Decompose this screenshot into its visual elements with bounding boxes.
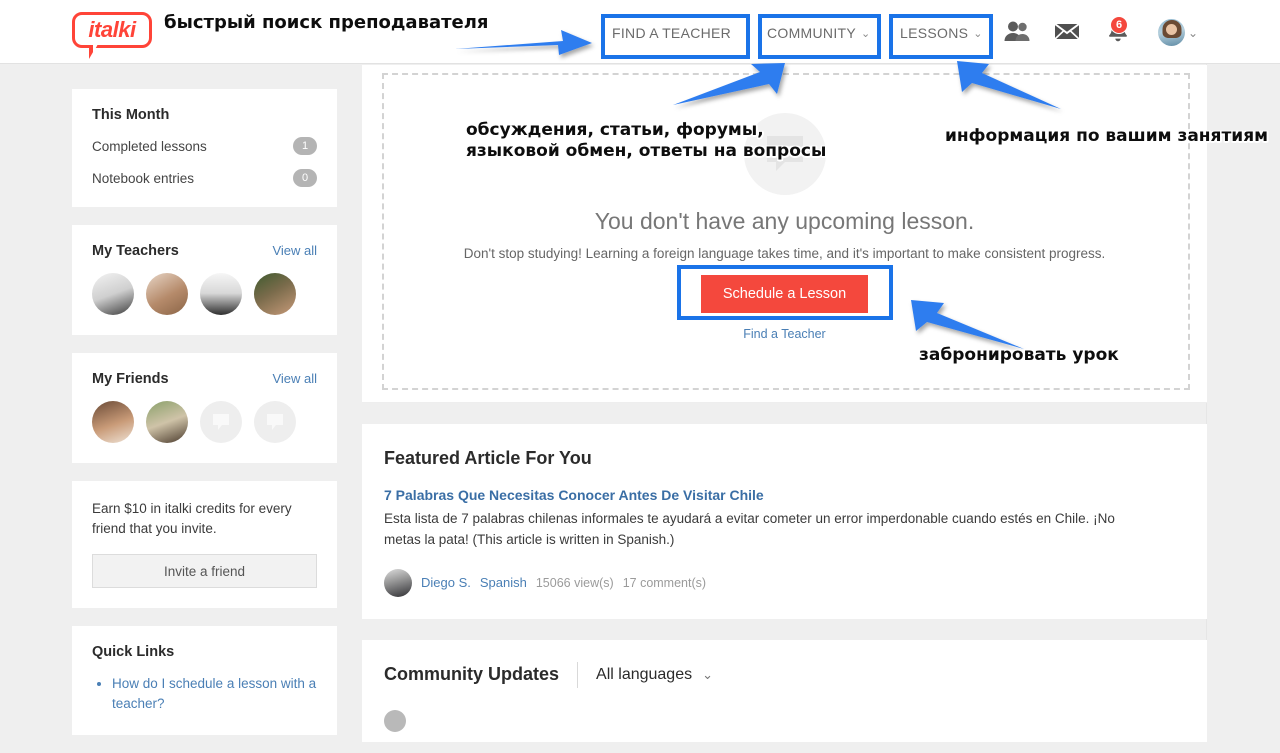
card-quick-links: Quick Links How do I schedule a lesson w… — [72, 626, 337, 735]
language-filter-label: All languages — [596, 665, 693, 683]
nav-find-a-teacher-label: FIND A TEACHER — [612, 25, 732, 41]
find-a-teacher-link[interactable]: Find a Teacher — [362, 327, 1207, 341]
my-friends-title: My Friends — [92, 371, 169, 387]
schedule-a-lesson-button[interactable]: Schedule a Lesson — [700, 275, 869, 313]
sidebar: This Month Completed lessons 1 Notebook … — [72, 89, 337, 753]
schedule-button-wrap: Schedule a Lesson — [362, 275, 1207, 313]
notebook-entries-label: Notebook entries — [92, 170, 195, 186]
notebook-entries-value: 0 — [293, 169, 317, 187]
featured-article-section-title: Featured Article For You — [384, 448, 592, 468]
community-user-avatar[interactable] — [384, 709, 406, 732]
quick-links-title: Quick Links — [92, 644, 175, 661]
header-divider — [577, 661, 579, 688]
stat-row-completed-lessons: Completed lessons 1 — [92, 137, 317, 155]
teacher-avatar[interactable] — [92, 273, 134, 315]
mail-icon[interactable] — [1054, 20, 1080, 42]
nav-lessons-label: LESSONS — [900, 25, 969, 41]
featured-article-comments: 17 comment(s) — [622, 575, 707, 590]
teacher-avatar[interactable] — [254, 273, 296, 315]
page-body: This Month Completed lessons 1 Notebook … — [0, 64, 1280, 742]
featured-article-panel: Featured Article For You 7 Palabras Que … — [362, 424, 1207, 619]
upcoming-empty-subtitle: Don't stop studying! Learning a foreign … — [463, 246, 1106, 261]
quick-link-item[interactable]: How do I schedule a lesson with a teache… — [112, 674, 317, 715]
my-friends-view-all[interactable]: View all — [272, 371, 317, 386]
stat-row-notebook-entries: Notebook entries 0 — [92, 169, 317, 187]
card-referral: Earn $10 in italki credits for every fri… — [72, 481, 337, 609]
annotation-schedule: забронировать урок — [919, 345, 1119, 365]
my-teachers-view-all[interactable]: View all — [272, 243, 317, 258]
avatar[interactable] — [1158, 19, 1185, 46]
notification-badge: 6 — [1110, 16, 1128, 34]
community-update-row — [384, 709, 1185, 732]
annotation-lessons: информация по вашим занятиям — [945, 126, 1269, 146]
chevron-down-icon[interactable]: ⌄ — [1188, 26, 1198, 40]
teacher-avatar[interactable] — [146, 273, 188, 315]
main-column: You don't have any upcoming lesson. Don'… — [362, 64, 1207, 742]
featured-article-body: Esta lista de 7 palabras chilenas inform… — [384, 511, 1115, 547]
nav-community-label: COMMUNITY — [767, 25, 857, 41]
invite-a-friend-button[interactable]: Invite a friend — [92, 554, 317, 589]
annotation-community: обсуждения, статьи, форумы, языковой обм… — [466, 120, 827, 161]
italki-logo[interactable]: italki — [72, 12, 152, 59]
chevron-down-icon: ⌄ — [861, 27, 871, 40]
annotation-find-teacher: быстрый поиск преподавателя — [164, 12, 489, 33]
teacher-avatar[interactable] — [200, 273, 242, 315]
featured-article-meta: Diego S. Spanish 15066 view(s) 17 commen… — [384, 568, 1185, 597]
my-teachers-title: My Teachers — [92, 243, 179, 259]
language-filter-dropdown[interactable]: All languages ⌄ — [596, 666, 713, 684]
friend-avatar-placeholder[interactable] — [254, 401, 296, 443]
my-teachers-avatars — [92, 273, 317, 315]
friend-avatar[interactable] — [92, 401, 134, 443]
chevron-down-icon: ⌄ — [702, 666, 714, 682]
nav-lessons[interactable]: LESSONS ⌄ — [900, 18, 983, 48]
community-updates-title: Community Updates — [384, 664, 560, 685]
featured-article-language[interactable]: Spanish — [480, 575, 527, 590]
my-friends-avatars — [92, 401, 317, 443]
author-avatar[interactable] — [384, 568, 412, 597]
card-my-friends: My Friends View all — [72, 353, 337, 463]
featured-article-author[interactable]: Diego S. — [421, 575, 471, 590]
quick-links-list: How do I schedule a lesson with a teache… — [92, 674, 317, 715]
people-icon[interactable] — [1004, 20, 1030, 42]
featured-article-title-link[interactable]: 7 Palabras Que Necesitas Conocer Antes D… — [384, 487, 1185, 503]
completed-lessons-value: 1 — [293, 137, 317, 155]
this-month-title: This Month — [92, 107, 170, 123]
community-updates-header: Community Updates All languages ⌄ — [384, 661, 1185, 688]
referral-text: Earn $10 in italki credits for every fri… — [92, 501, 292, 536]
nav-community[interactable]: COMMUNITY ⌄ — [767, 18, 871, 48]
upcoming-empty-title: You don't have any upcoming lesson. — [594, 208, 975, 234]
completed-lessons-label: Completed lessons — [92, 138, 207, 154]
chevron-down-icon: ⌄ — [973, 27, 983, 40]
featured-article-views: 15066 view(s) — [535, 575, 614, 590]
friend-avatar-placeholder[interactable] — [200, 401, 242, 443]
community-updates-panel: Community Updates All languages ⌄ — [362, 639, 1207, 742]
friend-avatar[interactable] — [146, 401, 188, 443]
card-my-teachers: My Teachers View all — [72, 225, 337, 335]
nav-find-a-teacher[interactable]: FIND A TEACHER — [612, 18, 732, 48]
card-this-month: This Month Completed lessons 1 Notebook … — [72, 89, 337, 207]
